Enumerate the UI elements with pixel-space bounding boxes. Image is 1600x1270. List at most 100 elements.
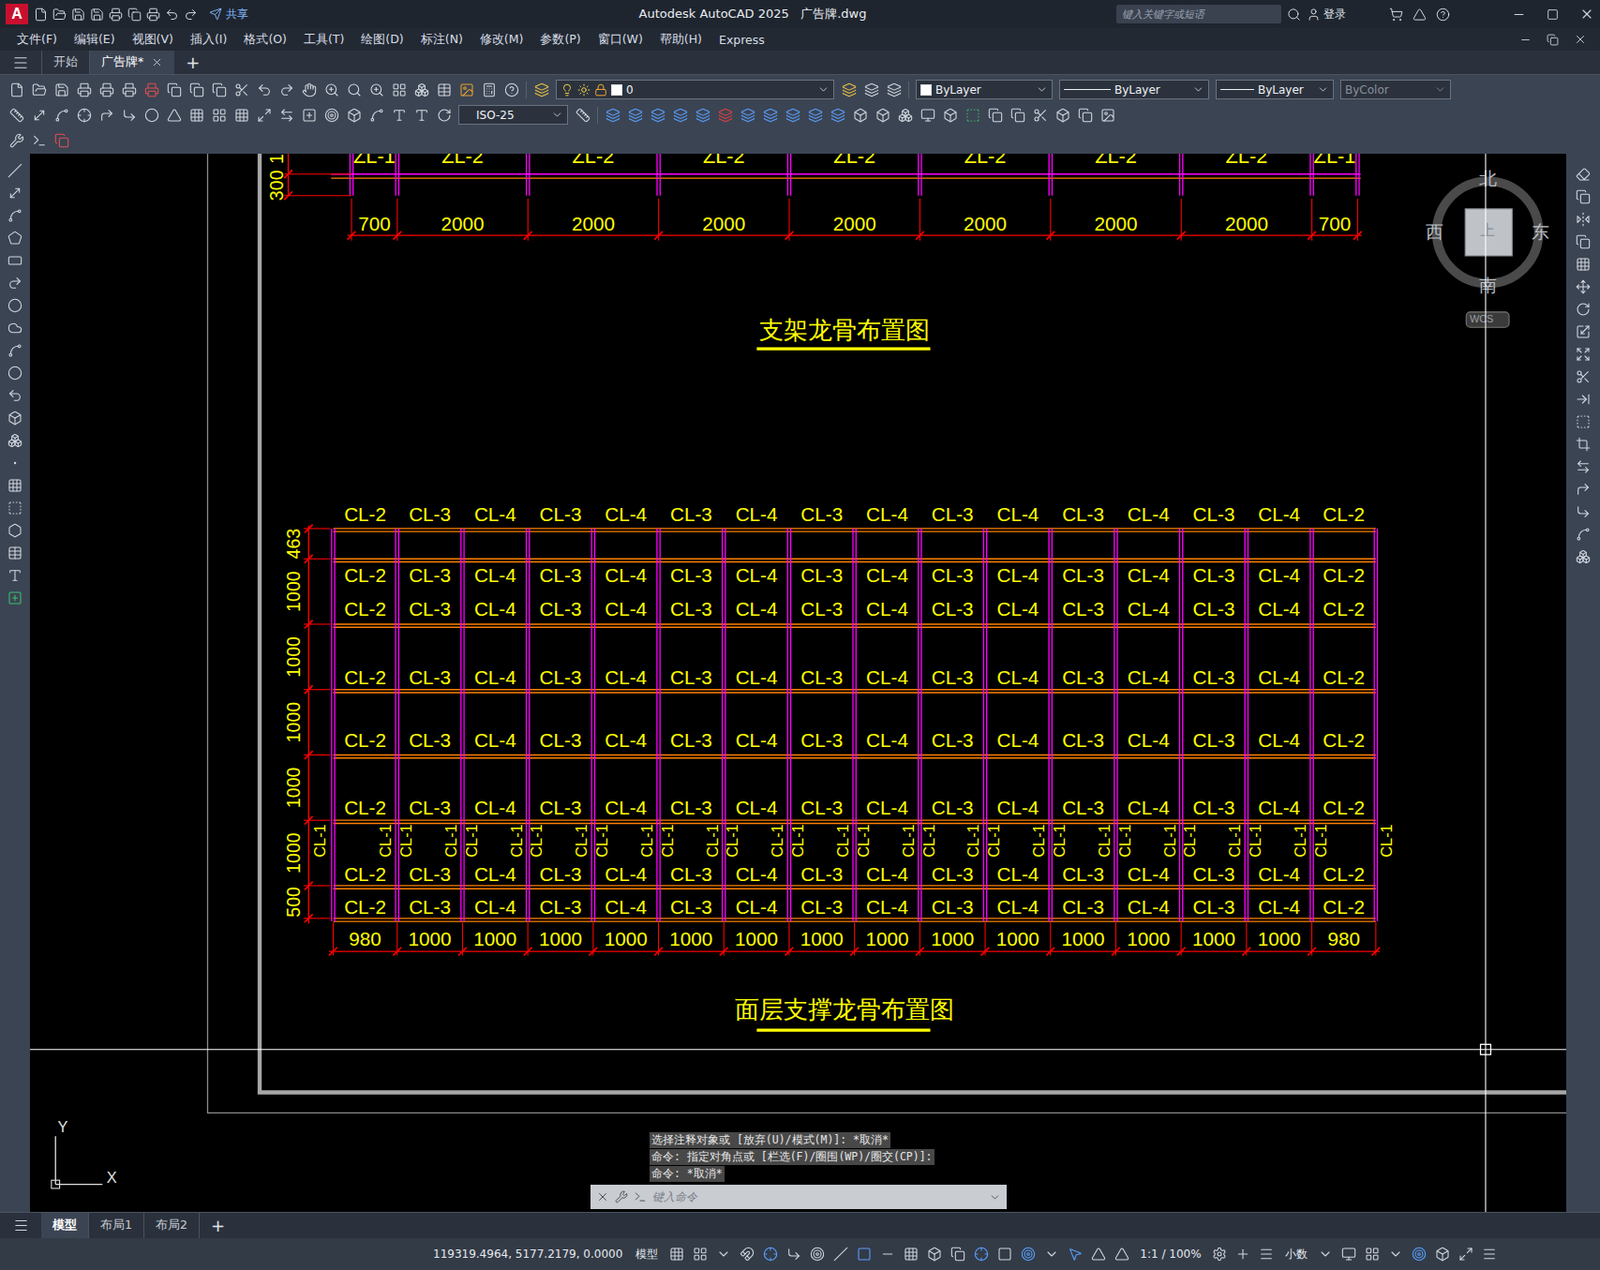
chamfer-icon[interactable] bbox=[1575, 481, 1591, 497]
arc-icon[interactable] bbox=[7, 275, 23, 291]
space-toggle[interactable]: 模型 bbox=[629, 1246, 664, 1263]
tool-button[interactable] bbox=[688, 1243, 711, 1266]
circle-icon[interactable] bbox=[7, 298, 23, 314]
search-icon[interactable] bbox=[1286, 7, 1301, 22]
grid-icon[interactable] bbox=[669, 1246, 685, 1262]
layer-lock-icon[interactable] bbox=[762, 107, 778, 123]
tool-button[interactable] bbox=[343, 104, 365, 126]
tool-button[interactable] bbox=[571, 104, 594, 126]
dynamic-ucs-icon[interactable] bbox=[973, 1246, 989, 1262]
menu-item[interactable]: Express bbox=[711, 32, 775, 47]
tool-button[interactable] bbox=[759, 104, 781, 126]
app-logo[interactable]: A bbox=[5, 3, 29, 25]
tool-button[interactable] bbox=[230, 78, 253, 101]
layer-unlock-icon[interactable] bbox=[594, 83, 608, 97]
scale-icon[interactable] bbox=[1575, 324, 1591, 340]
qa-plot-icon[interactable] bbox=[146, 7, 161, 22]
tool-button[interactable] bbox=[1006, 104, 1029, 126]
login-button[interactable]: 登录 bbox=[1306, 6, 1346, 23]
cart-icon[interactable] bbox=[1389, 7, 1404, 22]
transparency-icon[interactable] bbox=[903, 1246, 919, 1262]
share-icon[interactable] bbox=[209, 7, 223, 21]
join-icon[interactable] bbox=[1575, 459, 1591, 475]
tool-button[interactable] bbox=[298, 78, 320, 101]
tool-button[interactable] bbox=[961, 104, 984, 126]
layer-properties-icon[interactable] bbox=[534, 82, 550, 98]
units-dropdown[interactable]: 小数 bbox=[1279, 1246, 1314, 1263]
blend-icon[interactable] bbox=[1575, 526, 1591, 542]
user-icon[interactable] bbox=[1306, 7, 1321, 22]
diameter-icon[interactable] bbox=[144, 107, 160, 123]
layout-tab[interactable]: 布局2 bbox=[144, 1212, 200, 1239]
tool-button[interactable] bbox=[4, 204, 27, 226]
tool-button[interactable] bbox=[253, 78, 275, 101]
tool-button[interactable] bbox=[4, 541, 27, 564]
tool-button[interactable] bbox=[781, 104, 804, 126]
tool-button[interactable] bbox=[4, 339, 27, 361]
gradient-icon[interactable] bbox=[7, 500, 23, 516]
layer-match-icon[interactable] bbox=[864, 82, 880, 98]
3d-osnap-icon[interactable] bbox=[950, 1246, 966, 1262]
menu-item[interactable]: 标注(N) bbox=[413, 31, 473, 48]
rectangle-icon[interactable] bbox=[7, 253, 23, 269]
dropdown-icon[interactable] bbox=[817, 83, 830, 96]
tool-button[interactable] bbox=[4, 496, 27, 519]
document-tab[interactable]: 广告牌* bbox=[89, 50, 175, 75]
autodesk-app-icon[interactable] bbox=[1412, 7, 1427, 22]
units-menu-icon[interactable] bbox=[1317, 1246, 1333, 1262]
image-icon[interactable] bbox=[1100, 107, 1116, 123]
calculator-icon[interactable] bbox=[481, 82, 497, 98]
tool-button[interactable] bbox=[1572, 253, 1595, 275]
menu-item[interactable]: 帮助(H) bbox=[652, 31, 712, 48]
tool-button[interactable] bbox=[320, 104, 343, 126]
tool-button[interactable] bbox=[118, 104, 140, 126]
layer-iso-icon[interactable] bbox=[650, 107, 666, 123]
dimtedit-icon[interactable] bbox=[414, 107, 430, 123]
tool-button[interactable] bbox=[1051, 104, 1074, 126]
layer-dropdown[interactable]: 0 bbox=[555, 79, 835, 100]
tool-button[interactable] bbox=[4, 586, 27, 609]
quick-properties-icon[interactable] bbox=[1341, 1246, 1357, 1262]
revcloud-icon[interactable] bbox=[7, 320, 23, 336]
tool-button[interactable] bbox=[1572, 343, 1595, 365]
table-icon[interactable] bbox=[7, 545, 23, 561]
customize-icon[interactable] bbox=[1481, 1246, 1497, 1262]
dropdown-icon[interactable] bbox=[1316, 83, 1330, 96]
workspace-icon[interactable] bbox=[9, 133, 25, 149]
layer-delete-icon[interactable] bbox=[807, 107, 823, 123]
ordinate-icon[interactable] bbox=[76, 107, 92, 123]
tool-button[interactable] bbox=[4, 361, 27, 384]
break-at-point-icon[interactable] bbox=[1575, 414, 1591, 430]
aligned-dim-icon[interactable] bbox=[31, 107, 47, 123]
tool-button[interactable] bbox=[1572, 388, 1595, 410]
dropdown-icon[interactable] bbox=[551, 108, 564, 121]
sheet-icon[interactable] bbox=[211, 82, 227, 98]
trim-icon[interactable] bbox=[1575, 369, 1591, 385]
plot-icon[interactable] bbox=[76, 82, 92, 98]
command-prompt-icon[interactable] bbox=[633, 1190, 647, 1204]
open-icon[interactable] bbox=[31, 82, 47, 98]
osnap-icon[interactable] bbox=[856, 1246, 872, 1262]
design-center-icon[interactable] bbox=[414, 82, 430, 98]
tool-button[interactable] bbox=[4, 564, 27, 586]
document-tab[interactable]: 开始 bbox=[41, 50, 90, 75]
otrack-icon[interactable] bbox=[833, 1246, 849, 1262]
lineweight-dropdown[interactable]: ByLayer bbox=[1215, 79, 1334, 100]
center-mark-icon[interactable] bbox=[324, 107, 340, 123]
tool-button[interactable] bbox=[253, 104, 275, 126]
tool-button[interactable] bbox=[4, 384, 27, 406]
tool-button[interactable] bbox=[1572, 163, 1595, 185]
ellipse-arc-icon[interactable] bbox=[7, 388, 23, 404]
tool-button[interactable] bbox=[665, 1243, 688, 1266]
break-icon[interactable] bbox=[279, 107, 295, 123]
infer-icon[interactable] bbox=[739, 1246, 755, 1262]
tool-button[interactable] bbox=[826, 104, 849, 126]
publish-icon[interactable] bbox=[121, 82, 137, 98]
rotate-icon[interactable] bbox=[1575, 301, 1591, 317]
new-icon[interactable] bbox=[9, 82, 25, 98]
menu-item[interactable]: 文件(F) bbox=[9, 31, 67, 48]
layer-thaw-icon[interactable] bbox=[577, 83, 591, 97]
tool-button[interactable] bbox=[410, 104, 433, 126]
mirror-icon[interactable] bbox=[1575, 211, 1591, 227]
qa-save-icon[interactable] bbox=[71, 7, 86, 22]
